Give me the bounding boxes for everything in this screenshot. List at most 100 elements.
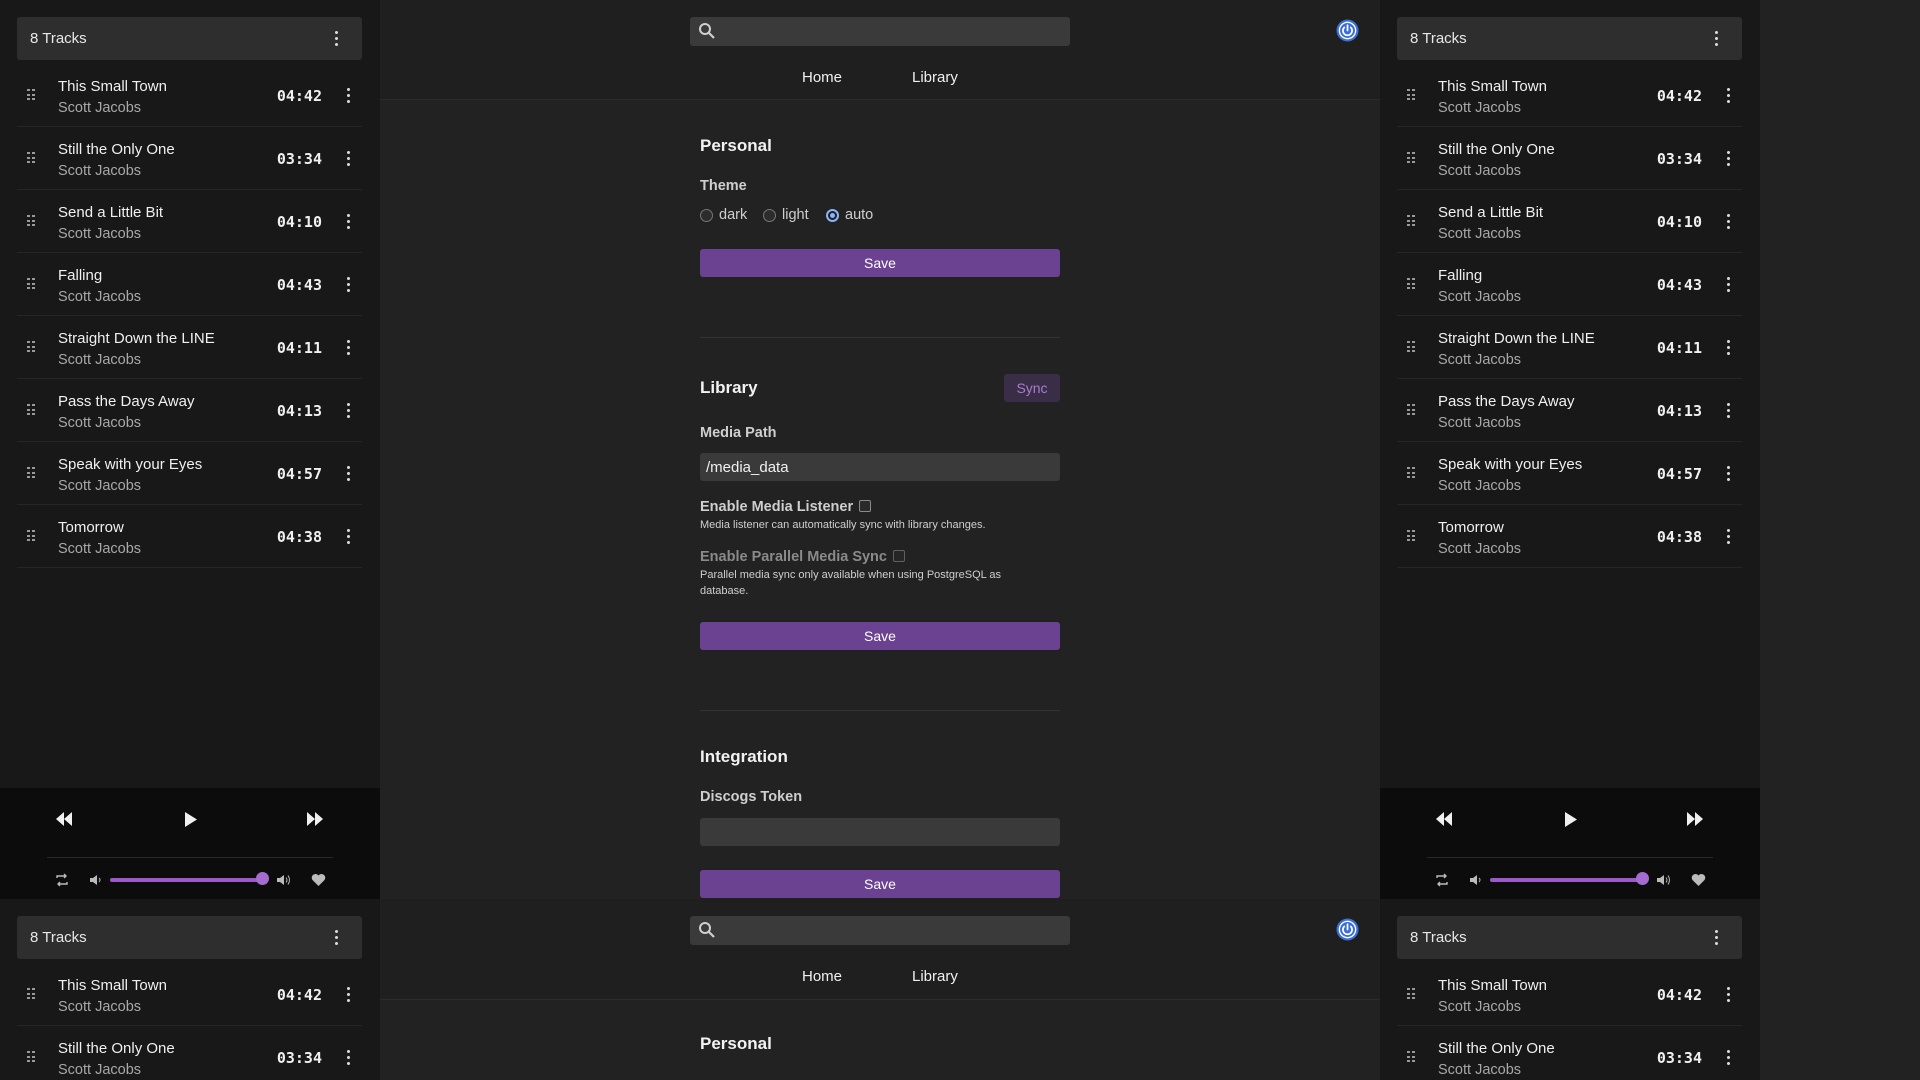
drag-handle-icon[interactable] [1407,988,1415,1000]
volume-high-icon[interactable] [1657,873,1672,887]
drag-handle-icon[interactable] [1407,89,1415,101]
parallel-sync-checkbox[interactable] [892,550,905,562]
track-menu-icon[interactable] [1720,400,1736,420]
track-menu-icon[interactable] [340,85,356,105]
track-row[interactable]: This Small Town Scott Jacobs 04:42 [1397,64,1742,127]
drag-handle-icon[interactable] [27,1051,35,1063]
search-input[interactable] [690,916,1070,945]
nav-home[interactable]: Home [802,968,842,985]
repeat-icon[interactable] [1435,873,1449,887]
nav-library[interactable]: Library [912,968,958,985]
drag-handle-icon[interactable] [27,988,35,1000]
rewind-icon[interactable] [55,812,73,826]
volume-slider-knob[interactable] [1636,872,1649,885]
drag-handle-icon[interactable] [1407,1051,1415,1063]
track-row[interactable]: Pass the Days Away Scott Jacobs 04:13 [17,379,362,442]
track-row[interactable]: Still the Only One Scott Jacobs 03:34 [17,127,362,190]
track-row[interactable]: Send a Little Bit Scott Jacobs 04:10 [1397,190,1742,253]
track-row[interactable]: Straight Down the LINE Scott Jacobs 04:11 [1397,316,1742,379]
track-menu-icon[interactable] [340,1047,356,1067]
drag-handle-icon[interactable] [1407,341,1415,353]
playlist-panel-left: 8 Tracks This Small Town Scott Jacobs 04:42… [0,0,380,899]
track-menu-icon[interactable] [1720,148,1736,168]
drag-handle-icon[interactable] [27,341,35,353]
track-menu-icon[interactable] [1720,85,1736,105]
track-row[interactable]: Falling Scott Jacobs 04:43 [17,253,362,316]
playlist-menu-icon[interactable] [1708,28,1724,48]
repeat-icon[interactable] [55,873,69,887]
save-personal-button[interactable]: Save [700,249,1060,277]
drag-handle-icon[interactable] [1407,467,1415,479]
drag-handle-icon[interactable] [1407,404,1415,416]
theme-radio-auto[interactable]: auto [826,207,873,223]
track-row[interactable]: Falling Scott Jacobs 04:43 [1397,253,1742,316]
track-row[interactable]: Tomorrow Scott Jacobs 04:38 [17,505,362,568]
drag-handle-icon[interactable] [27,215,35,227]
track-menu-icon[interactable] [1720,337,1736,357]
track-row[interactable]: Speak with your Eyes Scott Jacobs 04:57 [1397,442,1742,505]
sync-button[interactable]: Sync [1004,374,1060,402]
drag-handle-icon[interactable] [1407,530,1415,542]
power-icon[interactable] [1336,19,1359,42]
drag-handle-icon[interactable] [27,278,35,290]
track-row[interactable]: Pass the Days Away Scott Jacobs 04:13 [1397,379,1742,442]
track-menu-icon[interactable] [1720,463,1736,483]
volume-slider[interactable] [110,878,265,882]
track-row[interactable]: This Small Town Scott Jacobs 04:42 [1397,963,1742,1026]
track-artist: Scott Jacobs [1438,226,1522,242]
rewind-icon[interactable] [1435,812,1453,826]
drag-handle-icon[interactable] [27,530,35,542]
volume-low-icon[interactable] [90,874,102,886]
track-menu-icon[interactable] [340,211,356,231]
track-menu-icon[interactable] [340,148,356,168]
drag-handle-icon[interactable] [1407,215,1415,227]
track-menu-icon[interactable] [340,337,356,357]
save-library-button[interactable]: Save [700,622,1060,650]
discogs-token-input[interactable] [700,818,1060,846]
volume-slider-knob[interactable] [256,872,269,885]
drag-handle-icon[interactable] [1407,152,1415,164]
volume-high-icon[interactable] [277,873,292,887]
track-menu-icon[interactable] [1720,526,1736,546]
track-row[interactable]: Speak with your Eyes Scott Jacobs 04:57 [17,442,362,505]
track-menu-icon[interactable] [340,526,356,546]
drag-handle-icon[interactable] [27,89,35,101]
track-row[interactable]: Tomorrow Scott Jacobs 04:38 [1397,505,1742,568]
track-row[interactable]: Still the Only One Scott Jacobs 03:34 [1397,1026,1742,1080]
drag-handle-icon[interactable] [1407,278,1415,290]
track-menu-icon[interactable] [340,984,356,1004]
volume-low-icon[interactable] [1470,874,1482,886]
track-row[interactable]: This Small Town Scott Jacobs 04:42 [17,64,362,127]
playlist-menu-icon[interactable] [328,927,344,947]
drag-handle-icon[interactable] [27,152,35,164]
track-menu-icon[interactable] [1720,984,1736,1004]
track-row[interactable]: This Small Town Scott Jacobs 04:42 [17,963,362,1026]
track-menu-icon[interactable] [1720,211,1736,231]
track-row[interactable]: Still the Only One Scott Jacobs 03:34 [17,1026,362,1080]
track-menu-icon[interactable] [340,463,356,483]
media-path-input[interactable] [700,453,1060,481]
media-listener-checkbox[interactable] [859,500,872,512]
volume-slider[interactable] [1490,878,1645,882]
theme-radio-dark[interactable]: dark [700,207,747,223]
save-integration-button[interactable]: Save [700,870,1060,898]
track-menu-icon[interactable] [340,400,356,420]
theme-radio-light[interactable]: light [763,207,809,223]
playlist-menu-icon[interactable] [328,28,344,48]
track-menu-icon[interactable] [340,274,356,294]
track-menu-icon[interactable] [1720,1047,1736,1067]
drag-handle-icon[interactable] [27,467,35,479]
track-row[interactable]: Straight Down the LINE Scott Jacobs 04:11 [17,316,362,379]
fast-forward-icon[interactable] [306,812,324,826]
drag-handle-icon[interactable] [27,404,35,416]
play-icon[interactable] [184,812,197,827]
play-icon[interactable] [1564,812,1577,827]
power-icon[interactable] [1336,918,1359,941]
fast-forward-icon[interactable] [1686,812,1704,826]
heart-icon[interactable] [1691,873,1706,887]
track-menu-icon[interactable] [1720,274,1736,294]
heart-icon[interactable] [311,873,326,887]
track-row[interactable]: Still the Only One Scott Jacobs 03:34 [1397,127,1742,190]
track-row[interactable]: Send a Little Bit Scott Jacobs 04:10 [17,190,362,253]
playlist-menu-icon[interactable] [1708,927,1724,947]
